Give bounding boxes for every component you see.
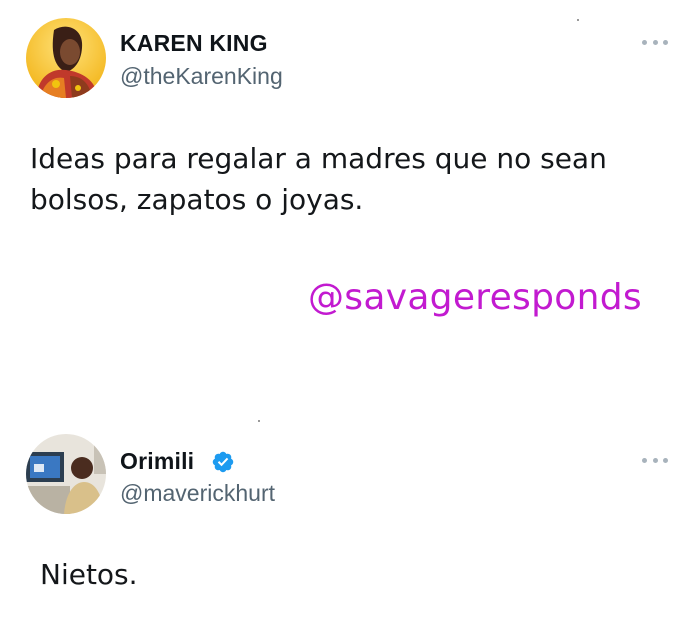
avatar[interactable] (26, 18, 106, 98)
display-name[interactable]: KAREN KING (120, 30, 268, 57)
tweet-text-line-2: bolsos, zapatos o joyas. (30, 183, 364, 216)
tweet-card-karen: KAREN KING @theKarenKing Ideas para rega… (0, 0, 700, 400)
tweet-text-line-1: Ideas para regalar a madres que no sean (30, 142, 607, 175)
dust-speck (577, 19, 579, 21)
dust-speck (258, 420, 260, 422)
avatar[interactable] (26, 434, 106, 514)
tweet-text: Nietos. (40, 558, 138, 591)
verified-badge-icon (212, 451, 234, 473)
ellipsis-icon[interactable] (642, 456, 668, 464)
user-handle[interactable]: @maverickhurt (120, 480, 275, 507)
display-name[interactable]: Orimili (120, 448, 194, 475)
ellipsis-icon[interactable] (642, 38, 668, 46)
tweet-card-orimili: Orimili @maverickhurt Nietos. (0, 420, 700, 622)
user-handle[interactable]: @theKarenKing (120, 63, 283, 90)
watermark-text: @savageresponds (308, 277, 642, 318)
